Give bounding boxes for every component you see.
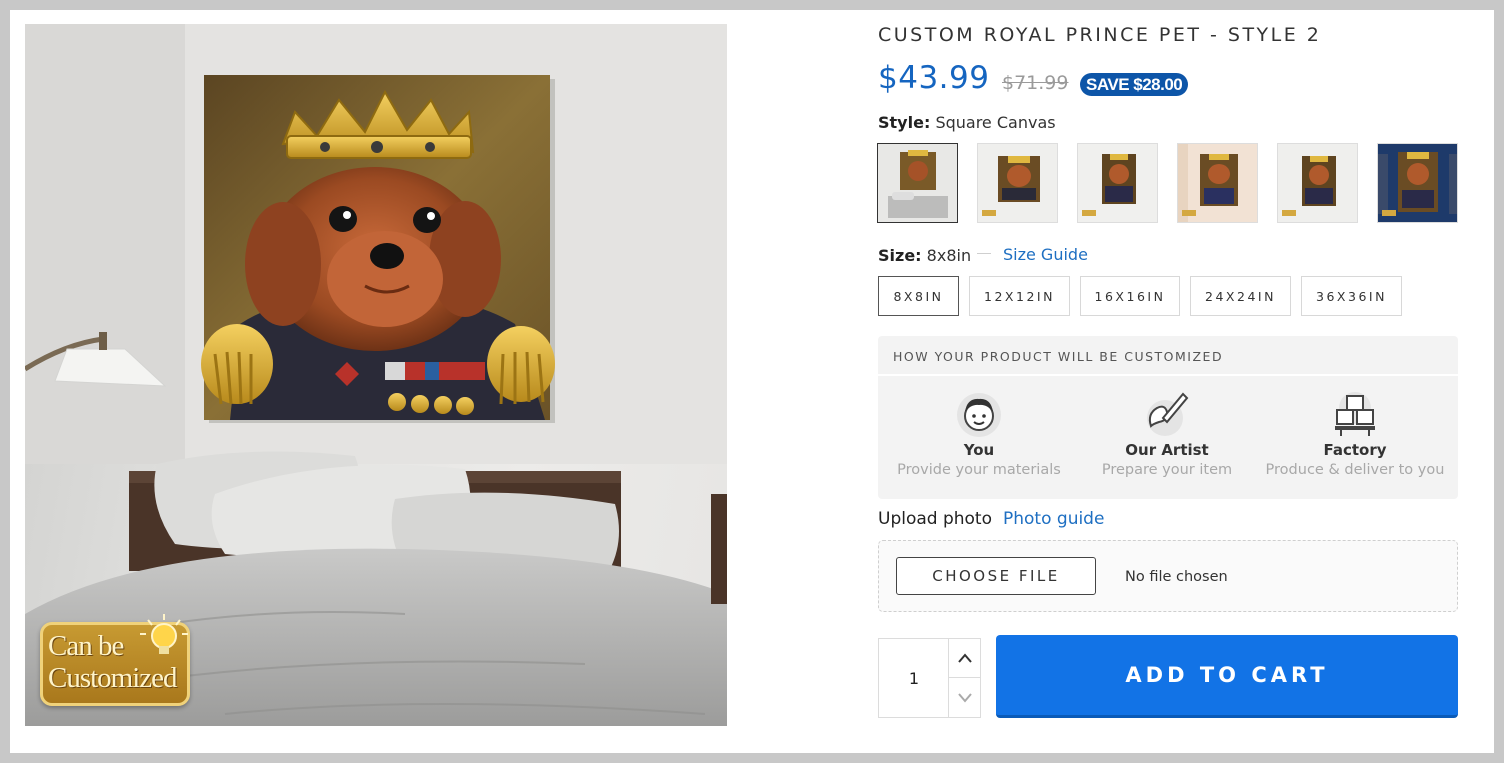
photo-guide-link[interactable]: Photo guide xyxy=(1003,509,1104,529)
style-selected-value: Square Canvas xyxy=(935,113,1056,132)
size-guide-link[interactable]: Size Guide xyxy=(1003,245,1088,264)
thumb-image xyxy=(1278,144,1357,222)
step-you-subtitle: Provide your materials xyxy=(897,462,1061,478)
step-artist: Our Artist Prepare your item xyxy=(1072,388,1262,478)
step-you: You Provide your materials xyxy=(884,388,1074,478)
step-factory-subtitle: Produce & deliver to you xyxy=(1265,462,1445,478)
style-thumb-4[interactable] xyxy=(1177,143,1258,223)
style-thumb-2[interactable] xyxy=(977,143,1058,223)
quantity-increase-button[interactable] xyxy=(948,639,981,678)
file-status-text: No file chosen xyxy=(1125,569,1228,585)
product-title: CUSTOM ROYAL PRINCE PET - STYLE 2 xyxy=(878,24,1322,46)
size-option-36x36[interactable]: 36X36IN xyxy=(1301,276,1402,316)
compare-price: $71.99 xyxy=(1002,72,1069,94)
person-face-icon xyxy=(957,393,1001,437)
upload-photo-label: Upload photo xyxy=(878,509,993,529)
choose-file-button[interactable]: CHOOSE FILE xyxy=(896,557,1096,595)
product-main-image[interactable]: Can be Customized xyxy=(25,24,727,726)
badge-line-1: Can be xyxy=(48,630,124,662)
customizable-badge: Can be Customized xyxy=(40,614,190,706)
step-factory: Factory Produce & deliver to you xyxy=(1260,388,1450,478)
thumb-image xyxy=(1078,144,1157,222)
step-artist-subtitle: Prepare your item xyxy=(1101,462,1233,478)
size-selected-value: 8x8in xyxy=(926,246,972,265)
chevron-down-icon xyxy=(958,692,972,703)
bedroom-scene xyxy=(25,24,727,726)
size-option-24x24[interactable]: 24X24IN xyxy=(1190,276,1291,316)
style-option-label: Style: Square Canvas xyxy=(878,113,1056,132)
size-option-8x8[interactable]: 8X8IN xyxy=(878,276,959,316)
thumb-image xyxy=(878,144,957,222)
thumb-image xyxy=(978,144,1057,222)
size-divider xyxy=(977,253,991,254)
badge-line-2: Customized xyxy=(48,662,178,694)
quantity-stepper: 1 xyxy=(878,638,981,718)
step-artist-title: Our Artist xyxy=(1125,441,1209,459)
customization-steps-panel: HOW YOUR PRODUCT WILL BE CUSTOMIZED You … xyxy=(878,336,1458,499)
lightbulb-icon xyxy=(140,614,188,654)
save-badge: SAVE $28.00 xyxy=(1080,73,1189,96)
size-label: Size: xyxy=(878,246,922,265)
paintbrush-icon xyxy=(1147,392,1189,436)
step-you-title: You xyxy=(963,441,995,459)
style-thumb-6[interactable] xyxy=(1377,143,1458,223)
size-option-12x12[interactable]: 12X12IN xyxy=(969,276,1070,316)
thumb-image xyxy=(1378,144,1457,222)
size-option-16x16[interactable]: 16X16IN xyxy=(1080,276,1180,316)
quantity-decrease-button[interactable] xyxy=(948,678,981,717)
style-thumb-square-canvas[interactable] xyxy=(877,143,958,223)
thumb-image xyxy=(1178,144,1257,222)
chevron-up-icon xyxy=(958,653,972,663)
add-to-cart-button[interactable]: ADD TO CART xyxy=(996,635,1458,718)
style-thumb-5[interactable] xyxy=(1277,143,1358,223)
size-option-label: Size: 8x8in xyxy=(878,246,971,265)
customization-heading: HOW YOUR PRODUCT WILL BE CUSTOMIZED xyxy=(878,336,1458,376)
file-upload-dropzone[interactable]: CHOOSE FILE No file chosen xyxy=(878,540,1458,612)
style-label: Style: xyxy=(878,113,931,132)
sale-price: $43.99 xyxy=(878,60,990,96)
quantity-input[interactable]: 1 xyxy=(879,639,949,717)
step-factory-title: Factory xyxy=(1323,441,1387,459)
boxes-icon xyxy=(1335,392,1375,436)
style-thumb-3[interactable] xyxy=(1077,143,1158,223)
